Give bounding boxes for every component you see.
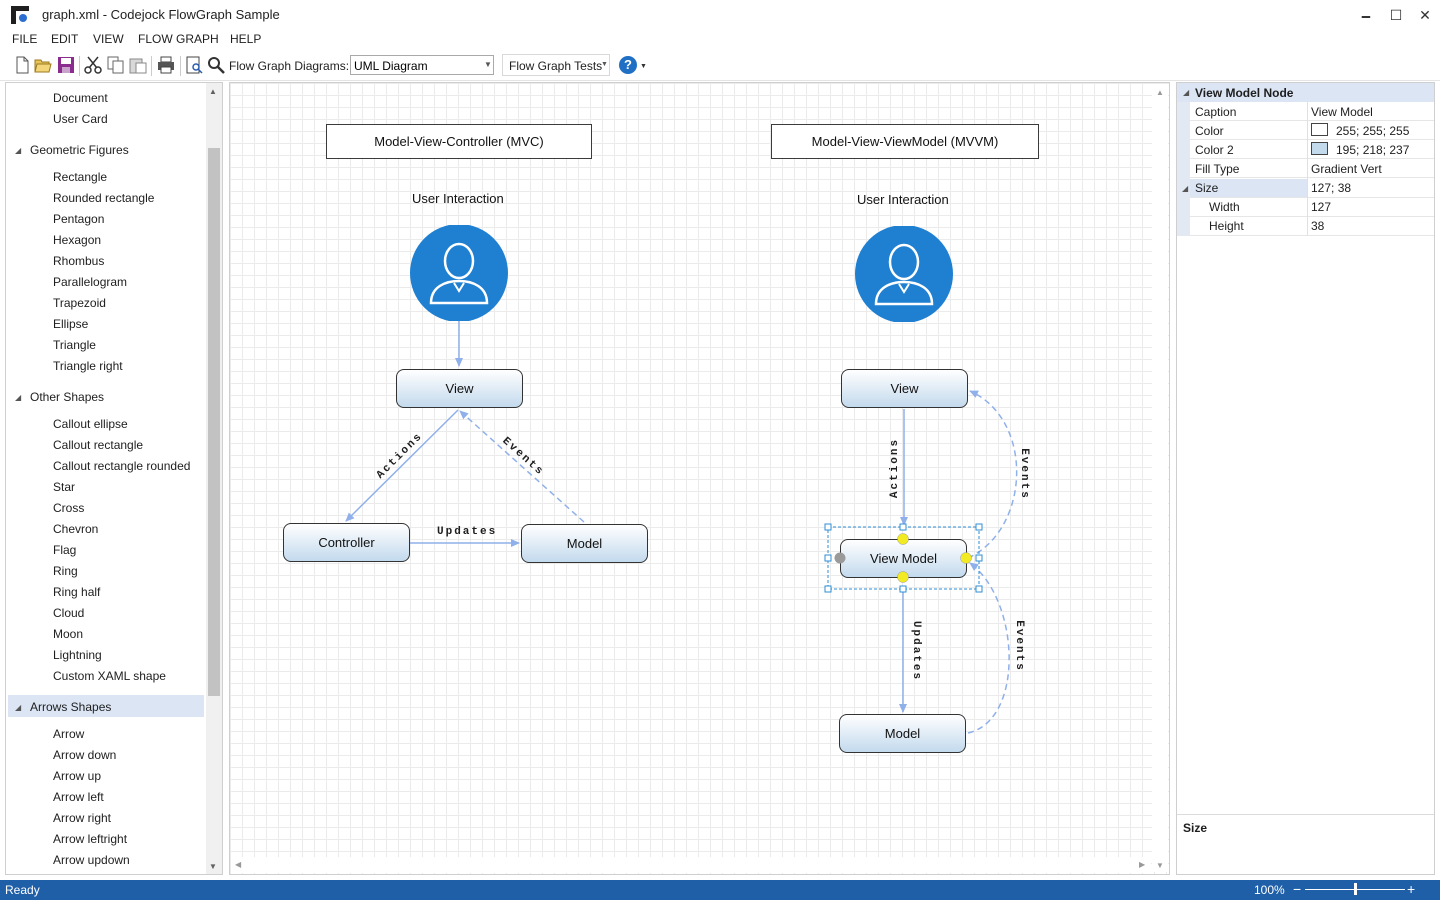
mvc-view-node[interactable]: View [396,369,523,408]
status-bar [0,880,1440,900]
prop-key: Color [1195,124,1224,138]
mvvm-events-top-label: Events [1017,448,1030,500]
status-text: Ready [5,883,40,897]
prop-value[interactable]: 255; 255; 255 [1336,124,1409,138]
mvvm-actions-label: Actions [889,437,902,499]
properties-description-title: Size [1183,821,1208,835]
connector-events [459,410,585,523]
mvc-updates-label: Updates [437,526,498,538]
prop-value[interactable]: 195; 218; 237 [1336,143,1409,157]
mvvm-events-bottom-label: Events [1012,620,1025,672]
properties-description-divider[interactable] [1177,814,1434,815]
mvvm-updates-label: Updates [910,620,923,682]
prop-key: Fill Type [1195,162,1240,176]
prop-key: Size [1195,181,1219,195]
prop-value[interactable]: 38 [1311,219,1324,233]
properties-column-divider[interactable] [1307,102,1308,236]
mvvm-title[interactable]: Model-View-ViewModel (MVVM) [771,124,1039,159]
mvc-user-interaction-caption: User Interaction [412,191,504,206]
color-swatch[interactable] [1311,142,1328,155]
prop-key: Caption [1195,105,1237,119]
prop-value[interactable]: 127 [1311,200,1331,214]
collapse-triangle-icon[interactable]: ◢ [1182,184,1188,193]
properties-header-title: View Model Node [1195,86,1294,100]
color-swatch[interactable] [1311,123,1328,136]
prop-key: Height [1209,219,1244,233]
zoom-slider-thumb[interactable] [1354,883,1357,895]
mvc-model-node[interactable]: Model [521,524,648,563]
collapse-triangle-icon[interactable]: ◢ [1183,88,1189,97]
mvvm-model-node[interactable]: Model [839,714,966,753]
zoom-level: 100% [1254,883,1285,897]
prop-value[interactable]: Gradient Vert [1311,162,1382,176]
mvc-controller-node[interactable]: Controller [283,523,410,562]
mvvm-view-node[interactable]: View [841,369,968,408]
zoom-out-button[interactable]: − [1293,881,1301,897]
properties-gutter [1177,102,1190,236]
prop-value[interactable]: 127; 38 [1311,181,1351,195]
prop-key: Color 2 [1195,143,1234,157]
mvc-title[interactable]: Model-View-Controller (MVC) [326,124,592,159]
prop-key: Width [1209,200,1240,214]
selection-frame[interactable] [820,520,990,596]
mvvm-user-interaction-caption: User Interaction [857,192,949,207]
mvc-user-icon[interactable] [409,225,509,321]
zoom-in-button[interactable]: + [1407,881,1415,897]
connector-actions [345,409,459,522]
prop-value[interactable]: View Model [1311,105,1373,119]
mvvm-user-icon[interactable] [854,226,954,322]
